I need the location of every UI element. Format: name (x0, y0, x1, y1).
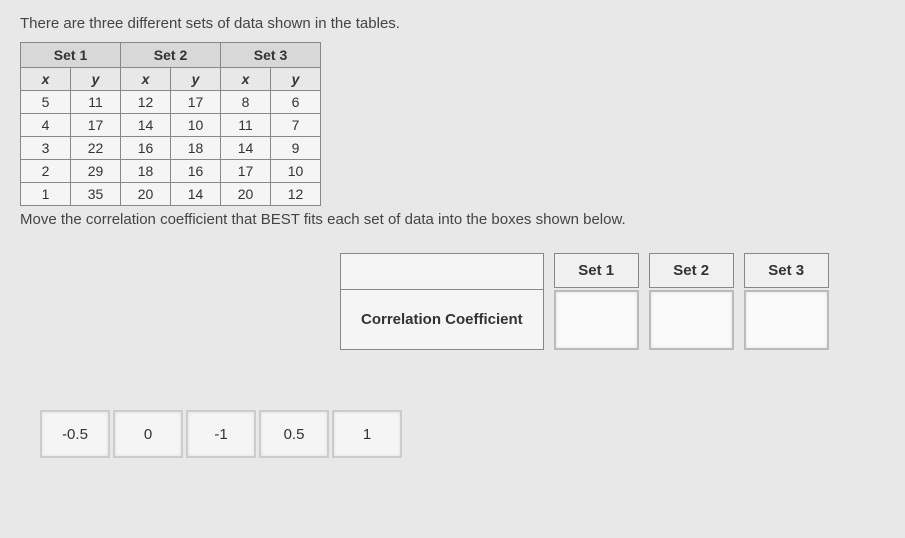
cell: 3 (21, 137, 71, 160)
answer-set1-column: Set 1 (554, 253, 639, 350)
table-row: 5 11 12 17 8 6 (21, 91, 321, 114)
cell: 20 (121, 183, 171, 206)
answer-set1-header: Set 1 (554, 253, 639, 288)
cell: 12 (121, 91, 171, 114)
cell: 10 (171, 114, 221, 137)
cell: 17 (71, 114, 121, 137)
cell: 16 (171, 160, 221, 183)
data-sets-table: Set 1 Set 2 Set 3 x y x y x y 5 11 12 17… (20, 42, 321, 206)
empty-cell (341, 254, 544, 290)
table-row: 2 29 18 16 17 10 (21, 160, 321, 183)
cell: 18 (121, 160, 171, 183)
col-header: x (221, 68, 271, 91)
col-header: y (271, 68, 321, 91)
cell: 5 (21, 91, 71, 114)
instruction-text-2: Move the correlation coefficient that BE… (20, 211, 885, 228)
cell: 20 (221, 183, 271, 206)
cell: 4 (21, 114, 71, 137)
set1-header: Set 1 (21, 43, 121, 68)
cell: 11 (71, 91, 121, 114)
chip-1[interactable]: 1 (332, 410, 402, 458)
cell: 22 (71, 137, 121, 160)
cell: 6 (271, 91, 321, 114)
answer-set3-column: Set 3 (744, 253, 829, 350)
col-header: y (171, 68, 221, 91)
cell: 17 (221, 160, 271, 183)
draggable-chips-row: -0.5 0 -1 0.5 1 (40, 410, 885, 458)
col-header: x (21, 68, 71, 91)
instruction-text-1: There are three different sets of data s… (20, 15, 885, 32)
cell: 11 (221, 114, 271, 137)
cell: 10 (271, 160, 321, 183)
drop-box-set3[interactable] (744, 290, 829, 350)
drop-box-set2[interactable] (649, 290, 734, 350)
cell: 29 (71, 160, 121, 183)
col-header: y (71, 68, 121, 91)
cell: 35 (71, 183, 121, 206)
table-row: 3 22 16 18 14 9 (21, 137, 321, 160)
cell: 14 (171, 183, 221, 206)
answer-label-table: Correlation Coefficient (340, 253, 544, 350)
cell: 14 (121, 114, 171, 137)
cell: 7 (271, 114, 321, 137)
cell: 18 (171, 137, 221, 160)
cell: 17 (171, 91, 221, 114)
cell: 16 (121, 137, 171, 160)
col-header: x (121, 68, 171, 91)
chip-0-5[interactable]: 0.5 (259, 410, 329, 458)
table-row: 4 17 14 10 11 7 (21, 114, 321, 137)
set2-header: Set 2 (121, 43, 221, 68)
table-row: 1 35 20 14 20 12 (21, 183, 321, 206)
cell: 12 (271, 183, 321, 206)
set3-header: Set 3 (221, 43, 321, 68)
answer-area: Correlation Coefficient Set 1 Set 2 Set … (340, 253, 885, 350)
cell: 9 (271, 137, 321, 160)
cell: 8 (221, 91, 271, 114)
correlation-coefficient-label: Correlation Coefficient (341, 290, 544, 350)
drop-box-set1[interactable] (554, 290, 639, 350)
cell: 1 (21, 183, 71, 206)
chip-0[interactable]: 0 (113, 410, 183, 458)
chip-neg-0-5[interactable]: -0.5 (40, 410, 110, 458)
cell: 14 (221, 137, 271, 160)
chip-neg-1[interactable]: -1 (186, 410, 256, 458)
answer-set2-header: Set 2 (649, 253, 734, 288)
answer-set2-column: Set 2 (649, 253, 734, 350)
cell: 2 (21, 160, 71, 183)
answer-set3-header: Set 3 (744, 253, 829, 288)
